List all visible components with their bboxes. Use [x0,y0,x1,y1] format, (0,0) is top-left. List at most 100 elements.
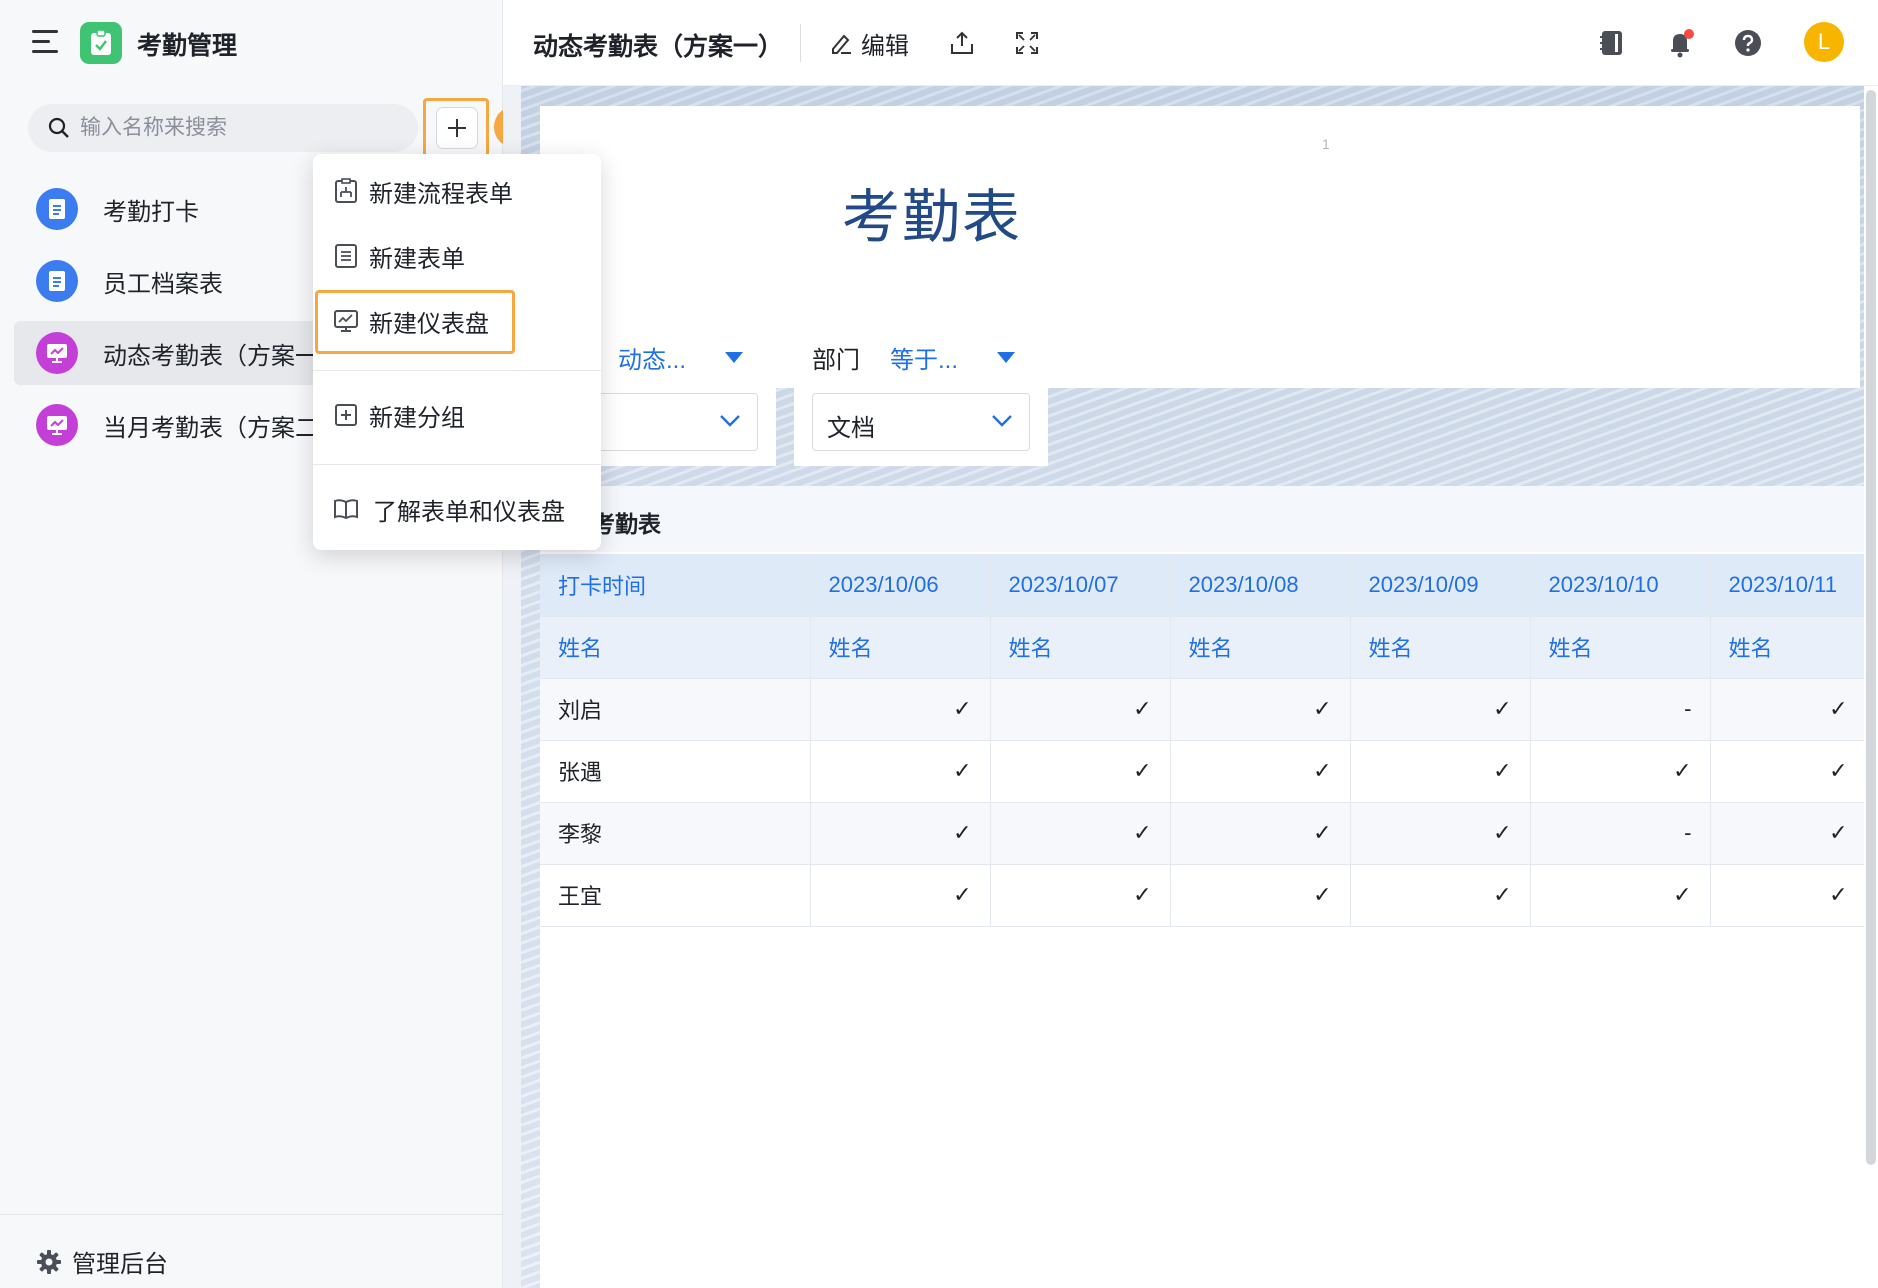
column-subheader: 姓名 [810,616,991,679]
column-subheader: 姓名 [1710,616,1867,679]
search-icon [48,117,69,138]
filter-value-select-department[interactable]: 文档 [812,393,1030,451]
filter-operator-dynamic[interactable]: 动态... [618,340,686,375]
date-header[interactable]: 2023/10/09 [1350,554,1531,617]
gear-icon [37,1249,61,1274]
search-input[interactable] [80,116,400,140]
new-dashboard-highlight [315,290,515,354]
menu-item-learn-more[interactable]: 了解表单和仪表盘 [313,480,601,538]
sidebar-header: 考勤管理 [0,0,503,86]
attendance-mark: ✓ [1170,678,1351,741]
attendance-mark: ✓ [990,802,1171,865]
menu-toggle-icon[interactable] [32,30,58,54]
upload-icon [951,31,973,54]
book-icon [334,499,358,520]
admin-console-link[interactable]: 管理后台 [36,1244,168,1279]
add-button[interactable] [436,107,478,149]
attendance-mark: ✓ [810,678,991,741]
attendance-mark: ✓ [1170,740,1351,803]
column-subheader: 姓名 [990,616,1171,679]
filter-operator-department[interactable]: 等于... [890,340,958,375]
sidebar-item-label: 动态考勤表（方案一 [103,342,319,370]
edit-button[interactable]: 编辑 [829,22,909,64]
table-header-row: 打卡时间 2023/10/06 2023/10/07 2023/10/08 20… [540,554,1867,617]
app-title: 考勤管理 [137,32,238,60]
column-subheader: 姓名 [1170,616,1351,679]
date-header[interactable]: 2023/10/06 [810,554,991,617]
table-subheader-row: 姓名 姓名 姓名 姓名 姓名 姓名 姓名 [540,616,1867,679]
date-header[interactable]: 2023/10/10 [1530,554,1711,617]
docs-button[interactable] [1598,22,1626,64]
caret-down-icon[interactable] [997,352,1015,363]
caret-down-icon[interactable] [725,352,743,363]
dashboard-title: 考勤表 [841,185,1022,250]
notifications-button[interactable] [1666,22,1696,64]
attendance-mark: ✓ [990,678,1171,741]
page-title: 动态考勤表（方案一） [533,33,784,61]
pencil-icon [832,34,851,54]
menu-item-new-form[interactable]: 新建表单 [313,227,601,285]
date-header[interactable]: 2023/10/07 [990,554,1171,617]
admin-console-label: 管理后台 [72,1251,168,1278]
column-subheader: 姓名 [1530,616,1711,679]
table-row: 李黎 ✓ ✓ ✓ ✓ - ✓ [540,802,1867,865]
flow-form-icon [335,178,357,203]
menu-item-label: 了解表单和仪表盘 [373,498,565,526]
menu-divider [313,370,601,371]
topbar-divider [800,24,801,62]
share-button[interactable] [949,22,975,64]
filter-value: 文档 [827,415,875,442]
attendance-mark: ✓ [1350,802,1531,865]
scrollbar-thumb[interactable] [1866,90,1876,1165]
menu-divider [313,464,601,465]
attendance-mark: ✓ [1710,740,1867,803]
bell-icon [1671,29,1694,58]
filter-label-department: 部门 [812,347,860,374]
menu-item-new-group[interactable]: 新建分组 [313,386,601,444]
sidebar-item-label: 员工档案表 [103,270,223,298]
attendance-mark: ✓ [810,864,991,927]
attendance-table-header [540,486,1866,552]
attendance-mark: ✓ [810,802,991,865]
edit-button-label: 编辑 [861,32,909,60]
attendance-mark: ✓ [990,864,1171,927]
menu-item-label: 新建分组 [369,404,465,432]
form-icon [335,244,357,268]
fullscreen-button[interactable] [1014,22,1040,64]
attendance-mark: ✓ [1350,678,1531,741]
page-number: 1 [1322,136,1330,152]
user-avatar[interactable]: L [1804,22,1844,62]
column-subheader: 姓名 [540,616,811,679]
attendance-mark: ✓ [1710,678,1867,741]
chevron-down-icon [992,415,1012,427]
employee-name: 李黎 [540,802,811,865]
employee-name: 刘启 [540,678,811,741]
help-button[interactable] [1734,22,1762,64]
attendance-mark: ✓ [1170,802,1351,865]
date-header[interactable]: 2023/10/08 [1170,554,1351,617]
attendance-mark: ✓ [1350,740,1531,803]
help-icon [1735,30,1761,56]
menu-item-label: 新建表单 [369,245,465,273]
attendance-mark: ✓ [1710,864,1867,927]
search-box [28,104,418,152]
attendance-mark: ✓ [990,740,1171,803]
employee-name: 张遇 [540,740,811,803]
attendance-mark: ✓ [1350,864,1531,927]
attendance-mark: ✓ [810,740,991,803]
notebook-icon [1600,31,1622,55]
topbar: 动态考勤表（方案一） 编辑 [504,0,1878,86]
fullscreen-icon [1016,32,1038,54]
dashboard-icon [36,404,78,446]
attendance-mark: ✓ [1530,864,1711,927]
table-row: 王宜 ✓ ✓ ✓ ✓ ✓ ✓ [540,864,1867,927]
form-icon [36,260,78,302]
plus-icon [448,119,466,137]
column-header[interactable]: 打卡时间 [540,554,811,617]
dashboard-icon [36,332,78,374]
table-row: 张遇 ✓ ✓ ✓ ✓ ✓ ✓ [540,740,1867,803]
menu-item-new-flow-form[interactable]: 新建流程表单 [313,162,601,220]
date-header[interactable]: 2023/10/11 [1710,554,1867,617]
employee-name: 王宜 [540,864,811,927]
attendance-table-title: 考勤表 [592,511,661,537]
